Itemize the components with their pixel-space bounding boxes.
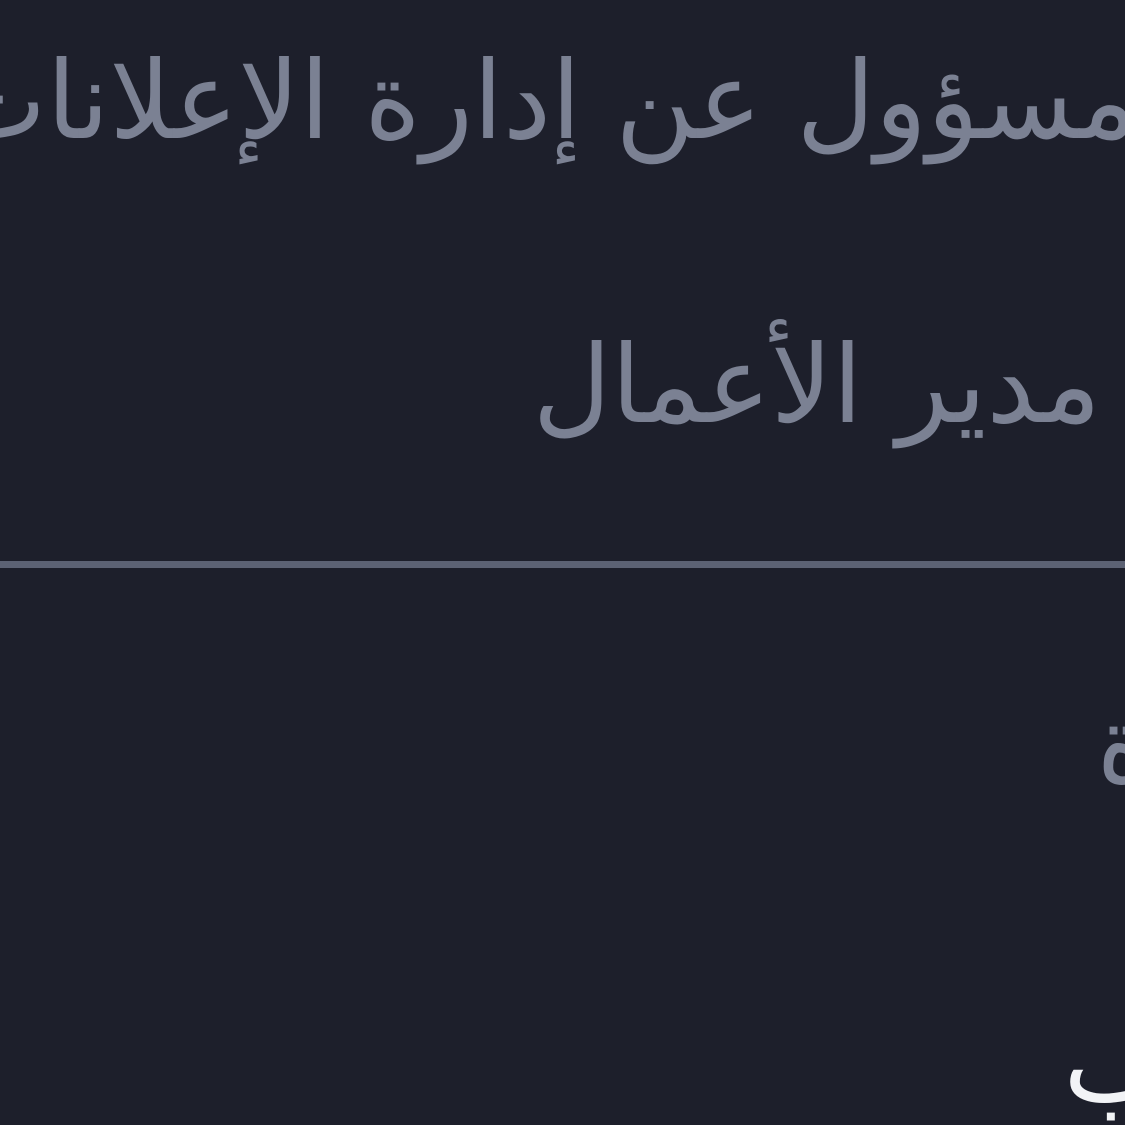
section-divider	[0, 561, 1125, 568]
menu-panel: مسؤول عن إدارة الإعلانات مدير الأعمال ة …	[0, 0, 1125, 1125]
menu-item-partial[interactable]: ة	[1096, 692, 1125, 800]
ad-manager-description: مسؤول عن إدارة الإعلانات	[0, 39, 1125, 164]
menu-item-partial-active[interactable]: ب	[1063, 1012, 1125, 1120]
business-manager-label[interactable]: مدير الأعمال	[533, 332, 1101, 440]
